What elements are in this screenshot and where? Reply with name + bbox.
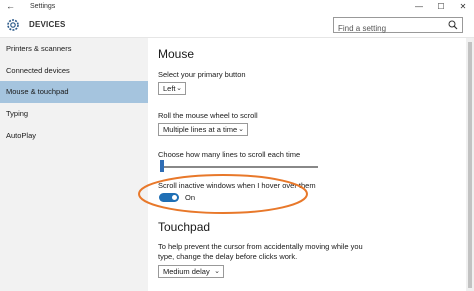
scroll-inactive-label: Scroll inactive windows when I hover ove… [158,181,316,190]
wheel-scroll-value: Multiple lines at a time [163,125,238,134]
touchpad-heading: Touchpad [158,220,211,234]
gear-icon [7,19,19,31]
scrollbar-thumb[interactable] [468,42,472,288]
scroll-inactive-state: On [185,193,196,202]
search-icon[interactable] [448,20,458,30]
wheel-scroll-label: Roll the mouse wheel to scroll [158,111,258,120]
title-bar: ← Settings — ☐ ✕ [0,0,474,13]
window-title: Settings [30,3,56,10]
click-delay-value: Medium delay [163,267,210,276]
chevron-down-icon: ⌄ [238,126,244,133]
primary-button-label: Select your primary button [158,70,246,79]
window-controls: — ☐ ✕ [408,0,474,13]
sidebar-item-autoplay[interactable]: AutoPlay [0,125,148,147]
mouse-heading: Mouse [158,47,195,61]
chevron-down-icon: ⌄ [176,85,182,92]
toggle-knob [172,195,177,200]
touchpad-description-line2: type, change the delay before clicks wor… [158,252,298,261]
sidebar: Printers & scanners Connected devices Mo… [0,38,148,291]
back-arrow-icon[interactable]: ← [6,0,15,13]
sidebar-item-mouse-touchpad[interactable]: Mouse & touchpad [0,81,148,103]
search-box[interactable] [333,17,463,36]
main-content: Mouse Select your primary button Left ⌄ … [148,38,474,291]
scrollbar[interactable] [466,38,474,291]
close-button[interactable]: ✕ [452,0,474,13]
touchpad-description-line1: To help prevent the cursor from accident… [158,242,363,251]
chevron-down-icon: ⌄ [214,268,220,275]
click-delay-dropdown[interactable]: Medium delay ⌄ [158,265,224,278]
lines-scroll-slider-thumb[interactable] [160,160,164,172]
lines-scroll-slider-track[interactable] [160,166,318,168]
sidebar-item-typing[interactable]: Typing [0,103,148,125]
minimize-button[interactable]: — [408,0,430,13]
sidebar-item-printers-scanners[interactable]: Printers & scanners [0,38,148,60]
lines-scroll-label: Choose how many lines to scroll each tim… [158,150,301,159]
page-header: DEVICES [0,13,474,38]
scroll-inactive-toggle[interactable] [159,193,179,202]
section-title: DEVICES [29,20,66,29]
primary-button-dropdown[interactable]: Left ⌄ [158,82,186,95]
primary-button-value: Left [163,84,176,93]
sidebar-item-connected-devices[interactable]: Connected devices [0,60,148,82]
search-input[interactable] [334,21,448,36]
wheel-scroll-dropdown[interactable]: Multiple lines at a time ⌄ [158,123,248,136]
maximize-button[interactable]: ☐ [430,0,452,13]
